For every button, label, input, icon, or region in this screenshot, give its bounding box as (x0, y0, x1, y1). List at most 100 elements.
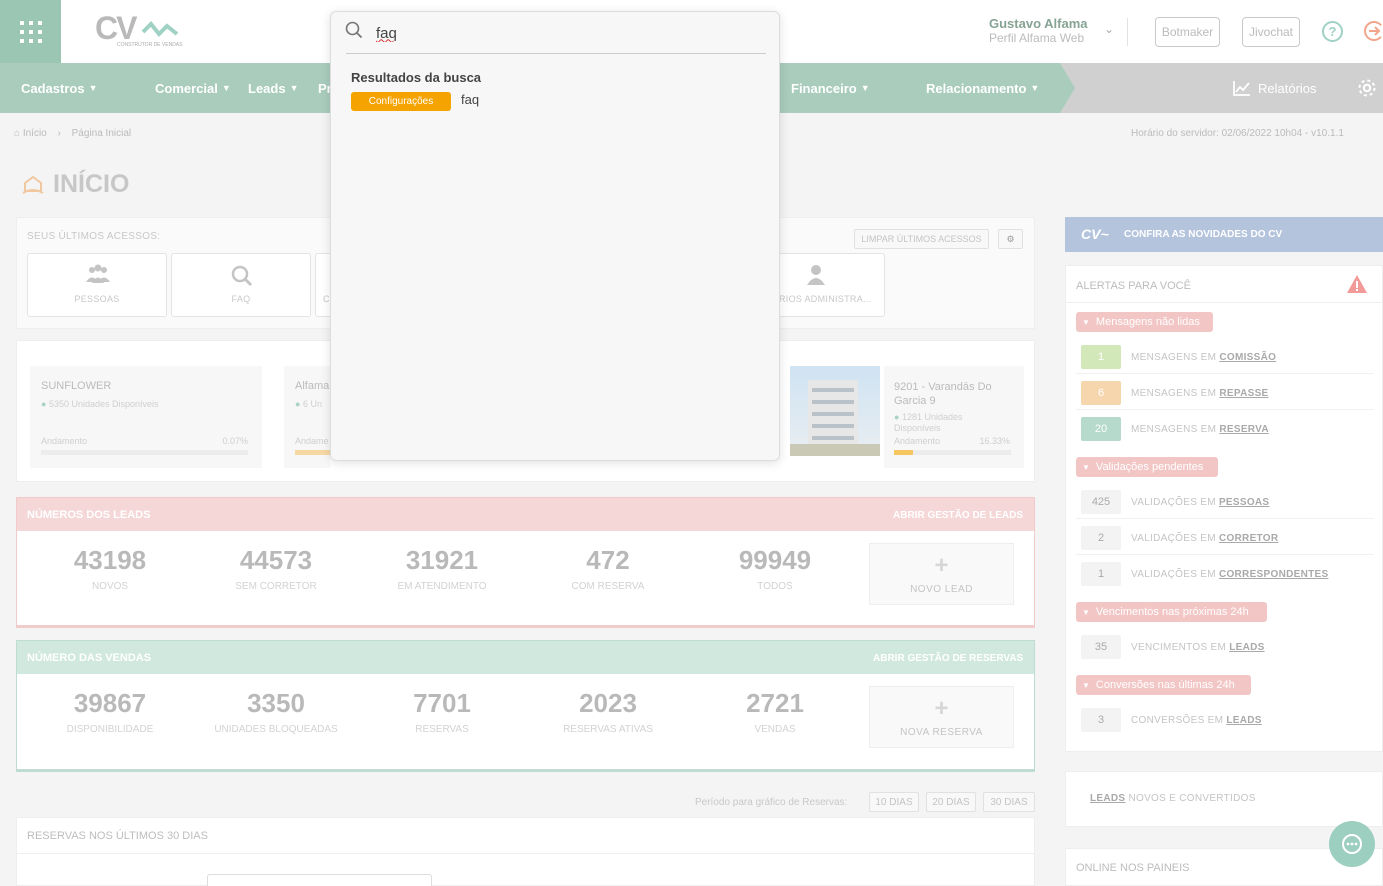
alert-group-header[interactable]: ▼ Mensagens não lidas (1076, 312, 1213, 332)
new-reservation-button[interactable]: + NOVA RESERVA (869, 686, 1014, 748)
stat-label[interactable]: VENDAS (695, 724, 855, 735)
recent-item-faq[interactable]: FAQ (171, 253, 311, 317)
chat-button[interactable] (1329, 821, 1375, 867)
recent-item-label: C (323, 294, 330, 304)
user-profile[interactable]: Perfil Alfama Web (989, 31, 1084, 45)
nav-label: Relatórios (1258, 80, 1317, 96)
nav-relatorios[interactable]: Relatórios (1232, 63, 1317, 113)
alert-link[interactable]: LEADS (1226, 715, 1261, 726)
alerts-title: ALERTAS PARA VOCÊ (1076, 280, 1191, 292)
logout-icon[interactable] (1363, 20, 1383, 42)
project-card[interactable]: SUNFLOWER ● 5350 Unidades Disponíveis An… (30, 366, 262, 468)
alert-link[interactable]: COMISSÃO (1219, 352, 1276, 363)
chevron-down-icon: ▼ (1082, 607, 1090, 617)
stat-value: 39867 (73, 688, 147, 718)
leads-panel-title: NÚMEROS DOS LEADS (27, 509, 151, 521)
open-reservations-link[interactable]: ABRIR GESTÃO DE RESERVAS (873, 653, 1023, 664)
stat-value: 99949 (738, 545, 812, 575)
stat-label[interactable]: NOVOS (30, 581, 190, 592)
period-10-button[interactable]: 10 DIAS (869, 792, 919, 812)
open-leads-link[interactable]: ABRIR GESTÃO DE LEADS (893, 510, 1023, 521)
chart-line-icon (1233, 81, 1250, 96)
user-name[interactable]: Gustavo Alfama (989, 16, 1088, 31)
alert-group-header[interactable]: ▼ Vencimentos nas próximas 24h (1076, 602, 1267, 622)
chevron-down-icon: ▼ (88, 83, 98, 93)
project-units: ● 1281 Unidades Disponíveis (894, 412, 1009, 434)
progress-value: 16.33% (979, 436, 1010, 446)
leads-panel-header (17, 498, 1034, 531)
stat-label[interactable]: TODOS (695, 581, 855, 592)
divider (1076, 554, 1374, 555)
search-icon (345, 21, 363, 39)
stat-value: 43198 (73, 545, 147, 575)
chat-bubble-icon (1342, 834, 1362, 854)
nav-leads[interactable]: Leads ▼ (248, 63, 299, 113)
recent-item-pessoas[interactable]: PESSOAS (27, 253, 167, 317)
stat-label[interactable]: EM ATENDIMENTO (362, 581, 522, 592)
help-icon[interactable]: ? (1322, 21, 1343, 42)
stat-label[interactable]: COM RESERVA (528, 581, 688, 592)
alert-row-text: MENSAGENS EM (1131, 388, 1220, 399)
grid-icon (19, 20, 42, 43)
gear-icon[interactable] (1357, 78, 1377, 98)
recent-settings-button[interactable]: ⚙ (998, 229, 1023, 249)
page-title: INÍCIO (53, 170, 130, 198)
alert-link[interactable]: PESSOAS (1219, 497, 1269, 508)
period-20-button[interactable]: 20 DIAS (926, 792, 976, 812)
alert-group-header[interactable]: ▼ Validações pendentes (1076, 457, 1218, 477)
search-results-title: Resultados da busca (351, 70, 482, 85)
project-units-text: 5350 Unidades Disponíveis (48, 399, 159, 409)
alert-link[interactable]: CORRETOR (1219, 533, 1278, 544)
nav-relacionamento[interactable]: Relacionamento ▼ (926, 63, 1039, 113)
chevron-down-icon: ▼ (221, 83, 231, 93)
botmaker-button[interactable]: Botmaker (1155, 17, 1220, 47)
plus-icon: + (934, 695, 949, 722)
alert-link[interactable]: LEADS (1229, 642, 1264, 653)
breadcrumb-separator-icon: › (57, 128, 61, 139)
breadcrumb-home[interactable]: Início (23, 128, 47, 139)
server-time: Horário do servidor: 02/06/2022 10h04 - … (1131, 128, 1344, 139)
alert-row: CONVERSÕES EM LEADS (1131, 715, 1262, 726)
home-icon: ⌂ (14, 128, 21, 139)
recent-item-label: RIOS ADMINISTRA... (779, 294, 872, 304)
alert-link[interactable]: CORRESPONDENTES (1219, 569, 1329, 580)
stat-label[interactable]: RESERVAS ATIVAS (528, 724, 688, 735)
status-dot-icon: ● (295, 399, 301, 409)
status-dot-icon: ● (894, 412, 900, 422)
nav-financeiro[interactable]: Financeiro ▼ (791, 63, 870, 113)
alert-link[interactable]: REPASSE (1219, 388, 1268, 399)
stat-label[interactable]: SEM CORRETOR (196, 581, 356, 592)
project-card[interactable]: 9201 - Varandās Do Garcia 9 ● 1281 Unida… (884, 366, 1024, 468)
stat-label[interactable]: DISPONIBILIDADE (30, 724, 190, 735)
alert-row: MENSAGENS EM RESERVA (1131, 424, 1269, 435)
reservations-chart-panel (16, 817, 1035, 886)
result-category-badge[interactable]: Configurações (351, 92, 451, 111)
user-menu-chevron-icon[interactable]: ⌄ (1104, 22, 1114, 36)
chevron-down-icon: ▼ (1030, 83, 1040, 93)
leads-converted-link[interactable]: LEADS (1090, 793, 1125, 804)
recent-access-title: SEUS ÚLTIMOS ACESSOS: (27, 231, 161, 242)
stat-value: 7701 (413, 688, 471, 718)
alert-group-header[interactable]: ▼ Conversões nas últimas 24h (1076, 675, 1251, 695)
project-card[interactable]: Alfama ● 6 Un Andame (284, 366, 330, 468)
period-30-button[interactable]: 30 DIAS (983, 792, 1035, 812)
sales-panel-title: NÚMERO DAS VENDAS (27, 652, 152, 664)
alert-link[interactable]: RESERVA (1219, 424, 1269, 435)
alert-row-text: VALIDAÇÕES EM (1131, 569, 1219, 580)
project-name: Alfama (295, 380, 330, 392)
apps-grid-button[interactable] (0, 0, 61, 63)
stat-label[interactable]: RESERVAS (362, 724, 522, 735)
jivochat-button[interactable]: Jivochat (1242, 17, 1300, 47)
search-input[interactable] (376, 21, 746, 45)
nav-cadastros[interactable]: Cadastros ▼ (21, 63, 98, 113)
stat-label[interactable]: UNIDADES BLOQUEADAS (196, 724, 356, 735)
clear-recent-button[interactable]: LIMPAR ÚLTIMOS ACESSOS (854, 229, 989, 249)
search-result-link[interactable]: faq (461, 92, 479, 107)
stat-value: 2023 (579, 688, 637, 718)
recent-item-label: PESSOAS (74, 294, 120, 304)
new-lead-button[interactable]: + NOVO LEAD (869, 543, 1014, 605)
nav-comercial[interactable]: Comercial ▼ (155, 63, 231, 113)
news-banner[interactable]: CV~ CONFIRA AS NOVIDADES DO CV (1065, 217, 1383, 252)
logo[interactable]: CV CONSTRUTOR DE VENDAS (95, 10, 190, 52)
people-icon (86, 264, 110, 283)
